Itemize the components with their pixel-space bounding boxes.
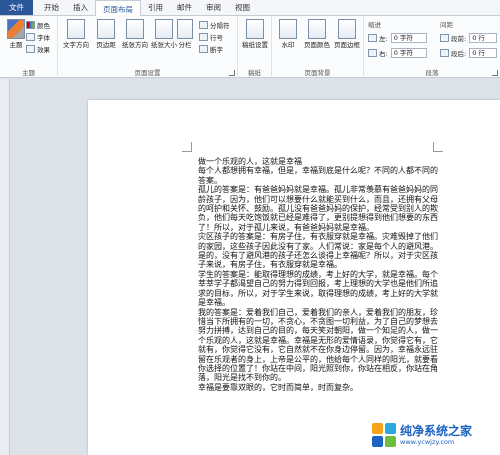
- tab-mailings[interactable]: 邮件: [170, 0, 199, 15]
- tab-review[interactable]: 审阅: [199, 0, 228, 15]
- orientation-icon: [126, 19, 144, 39]
- spacing-after-field[interactable]: 0 行: [469, 47, 498, 58]
- page-color-button[interactable]: 页面颜色: [302, 19, 332, 49]
- document-page[interactable]: 做一个乐观的人，这就是幸福 每个人都想拥有幸福，但是，幸福到底是什么呢？不同的人…: [88, 100, 500, 455]
- page-borders-icon: [338, 19, 356, 39]
- group-page-background: 水印 页面颜色 页面边框 页面背景: [272, 16, 364, 78]
- themes-icon: [7, 19, 25, 39]
- watermark-button[interactable]: 水印: [273, 19, 303, 49]
- site-logo-icon: [372, 423, 396, 447]
- text-direction-icon: [67, 19, 85, 39]
- columns-button[interactable]: 分栏: [174, 19, 196, 49]
- draft-paper-icon: [246, 19, 264, 39]
- colors-icon: [26, 20, 35, 29]
- effects-icon: [26, 44, 35, 53]
- hyphenation-icon: [199, 44, 208, 53]
- spacing-after-icon: [440, 48, 449, 57]
- doc-paragraph: 我的答案是：爱着我们自己，爱着我们的亲人，爱着我们的朋友，珍惜当下所拥有的一切，…: [198, 307, 438, 383]
- indent-left-field[interactable]: 0 字符: [390, 32, 427, 43]
- breaks-button[interactable]: 分隔符: [199, 19, 230, 30]
- crop-mark-top-left: [182, 142, 192, 152]
- document-body[interactable]: 做一个乐观的人，这就是幸福 每个人都想拥有幸福，但是，幸福到底是什么呢？不同的人…: [198, 157, 440, 392]
- group-draft-paper: 稿纸设置 稿纸: [238, 16, 272, 78]
- site-title: 纯净系统之家: [400, 423, 473, 438]
- page-color-icon: [308, 19, 326, 39]
- doc-paragraph: 学生的答案是：能取得理想的成绩，考上好的大学，就是幸福。每个莘莘学子都渴望自己的…: [198, 269, 438, 308]
- group-label-page-background: 页面背景: [304, 69, 331, 77]
- spacing-before-field[interactable]: 0 行: [469, 32, 498, 43]
- vertical-ruler[interactable]: [0, 79, 10, 455]
- spacing-before-icon: [440, 33, 449, 42]
- line-numbers-icon: [199, 32, 208, 41]
- margins-icon: [97, 19, 115, 39]
- theme-fonts-button[interactable]: 字体: [26, 31, 50, 42]
- group-themes: 主题 颜色 字体 效果 主题: [0, 16, 58, 78]
- tab-references[interactable]: 引用: [141, 0, 170, 15]
- breaks-icon: [199, 20, 208, 29]
- tab-view[interactable]: 视图: [228, 0, 257, 15]
- paragraph-launcher-icon[interactable]: [492, 70, 498, 76]
- indent-title: 缩进: [368, 20, 381, 29]
- spacing-before: 段前: 0 行: [440, 32, 498, 43]
- indent-right-field[interactable]: 0 字符: [390, 47, 427, 58]
- draft-settings-button[interactable]: 稿纸设置: [240, 19, 270, 49]
- hyphenation-button[interactable]: 断字: [199, 43, 223, 54]
- tab-insert[interactable]: 插入: [66, 0, 95, 15]
- orientation-button[interactable]: 纸张方向: [120, 19, 150, 49]
- doc-paragraph: 灾区孩子的答案是：有房子住，有衣服穿就是幸福。灾难毁掉了他们的家园，这些孩子因此…: [198, 232, 438, 270]
- line-numbers-button[interactable]: 行号: [199, 31, 223, 42]
- watermark-icon: [279, 19, 297, 39]
- spacing-title: 间距: [440, 20, 453, 29]
- doc-title: 做一个乐观的人，这就是幸福: [198, 157, 302, 166]
- margins-button[interactable]: 页边距: [91, 19, 121, 49]
- tab-page-layout[interactable]: 页面布局: [95, 0, 141, 17]
- tab-file[interactable]: 文件: [0, 0, 33, 15]
- page-size-icon: [155, 19, 173, 39]
- doc-paragraph: 孤儿的答案是：有爸爸妈妈就是幸福。孤儿非常羡慕有爸爸妈妈的同龄孩子，因为，他们可…: [198, 185, 438, 232]
- site-url: www.ycwjzy.com: [400, 437, 455, 446]
- ribbon-tab-bar: 文件 开始 插入 页面布局 引用 邮件 审阅 视图: [0, 0, 500, 17]
- columns-icon: [177, 19, 193, 39]
- ribbon: 主题 颜色 字体 效果 主题 文字方向 页边距 纸张方向 纸张大小 分栏 分隔符…: [0, 16, 500, 78]
- group-paragraph: 缩进 间距 左: 0 字符 右: 0 字符 段前: 0 行 段后: 0 行 段落: [364, 16, 500, 78]
- spacing-after: 段后: 0 行: [440, 47, 498, 58]
- theme-effects-button[interactable]: 效果: [26, 43, 50, 54]
- group-label-draft: 稿纸: [248, 69, 261, 77]
- crop-mark-top-right: [433, 142, 443, 152]
- indent-left-icon: [368, 33, 377, 42]
- theme-colors-button[interactable]: 颜色: [26, 19, 50, 30]
- page-borders-button[interactable]: 页面边框: [332, 19, 362, 49]
- tab-home[interactable]: 开始: [37, 0, 66, 15]
- indent-right: 右: 0 字符: [368, 47, 427, 58]
- group-page-setup: 文字方向 页边距 纸张方向 纸张大小 分栏 分隔符 行号 断字 页面设置: [58, 16, 238, 78]
- indent-right-icon: [368, 48, 377, 57]
- group-label-page-setup: 页面设置: [134, 69, 161, 77]
- doc-paragraph: 幸福是要靠双眼的，它时而简单，时而复杂。: [198, 382, 358, 392]
- site-watermark: 纯净系统之家 www.ycwjzy.com: [372, 415, 500, 455]
- fonts-icon: [26, 32, 35, 41]
- page-setup-launcher-icon[interactable]: [229, 70, 235, 76]
- group-label-paragraph: 段落: [425, 69, 439, 77]
- indent-left: 左: 0 字符: [368, 32, 427, 43]
- text-direction-button[interactable]: 文字方向: [61, 19, 91, 49]
- doc-paragraph: 每个人都想拥有幸福，但是，幸福到底是什么呢？不同的人都不同的答案。: [198, 166, 438, 185]
- group-label-themes: 主题: [22, 69, 35, 77]
